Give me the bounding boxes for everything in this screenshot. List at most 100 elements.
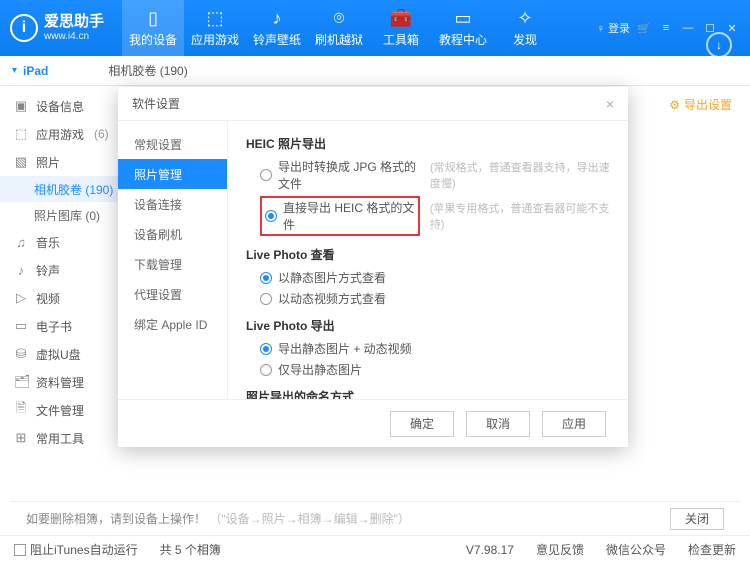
dialog-footer: 确定 取消 应用: [118, 399, 628, 447]
radio-option[interactable]: 仅导出静态图片: [260, 361, 610, 378]
minimize-icon[interactable]: —: [680, 22, 696, 34]
sidebar-icon: ▷: [14, 290, 28, 306]
block-itunes-checkbox[interactable]: 阻止iTunes自动运行: [14, 541, 138, 558]
tab-icon: ⌾: [334, 8, 345, 29]
option-label: 导出静态图片 + 动态视频: [278, 340, 412, 357]
option-label: 以动态视频方式查看: [278, 290, 386, 307]
radio-option[interactable]: 导出静态图片 + 动态视频: [260, 340, 610, 357]
sidebar-label: 视频: [36, 290, 60, 307]
sidebar-icon: ⊞: [14, 430, 28, 446]
tab-label: 我的设备: [129, 31, 177, 48]
section-title: Live Photo 导出: [246, 317, 610, 334]
top-tab-6[interactable]: ✧ 发现: [494, 0, 556, 56]
sidebar-icon: ▭: [14, 318, 28, 334]
chevron-down-icon[interactable]: ▾: [12, 65, 17, 76]
wechat-link[interactable]: 微信公众号: [606, 541, 666, 558]
status-bar: 阻止iTunes自动运行 共 5 个相簿 V7.98.17 意见反馈 微信公众号…: [0, 535, 750, 563]
sidebar-label: 文件管理: [36, 402, 84, 419]
radio-option[interactable]: 以静态图片方式查看: [260, 269, 610, 286]
download-circle-icon[interactable]: ↓: [706, 32, 732, 58]
dialog-side-item-2[interactable]: 设备连接: [118, 189, 227, 219]
checkbox-icon: [14, 544, 26, 556]
radio-icon: [260, 364, 272, 376]
radio-icon: [260, 293, 272, 305]
login-link[interactable]: ♀ 登录: [597, 20, 630, 36]
apply-button[interactable]: 应用: [542, 411, 606, 437]
brand: i 爱思助手 www.i4.cn: [10, 14, 104, 42]
top-tab-3[interactable]: ⌾ 刷机越狱: [308, 0, 370, 56]
dialog-close-icon[interactable]: ×: [606, 96, 614, 112]
top-tab-4[interactable]: 🧰 工具箱: [370, 0, 432, 56]
tab-label: 工具箱: [383, 31, 419, 48]
radio-option[interactable]: 以动态视频方式查看: [260, 290, 610, 307]
update-link[interactable]: 检查更新: [688, 541, 736, 558]
sidebar-label: 常用工具: [36, 430, 84, 447]
dialog-title: 软件设置: [132, 95, 180, 112]
radio-icon: [260, 272, 272, 284]
dialog-content: HEIC 照片导出导出时转换成 JPG 格式的文件(常规格式，普通查看器支持，导…: [228, 121, 628, 399]
option-label: 以静态图片方式查看: [278, 269, 386, 286]
radio-option[interactable]: 直接导出 HEIC 格式的文件(苹果专用格式，普通查看器可能不支持): [260, 196, 610, 236]
radio-icon: [260, 343, 272, 355]
tab-icon: ▭: [455, 8, 472, 29]
menu-icon[interactable]: ≡: [658, 22, 674, 34]
tab-label: 教程中心: [439, 31, 487, 48]
titlebar: i 爱思助手 www.i4.cn ▯ 我的设备 ⬚ 应用游戏 ♪ 铃声壁纸 ⌾ 刷机越狱 🧰 工具…: [0, 0, 750, 56]
option-label: 仅导出静态图片: [278, 361, 362, 378]
sidebar-label: 资料管理: [36, 374, 84, 391]
tab-label: 铃声壁纸: [253, 31, 301, 48]
album-count: 共 5 个相簿: [160, 541, 221, 558]
dialog-side-item-1[interactable]: 照片管理: [118, 159, 227, 189]
hint-path: （"设备→照片→相簿→编辑→删除"）: [209, 512, 410, 526]
top-nav: ▯ 我的设备 ⬚ 应用游戏 ♪ 铃声壁纸 ⌾ 刷机越狱 🧰 工具箱 ▭ 教程中心 ✧ 发现: [122, 0, 556, 56]
tab-icon: ⬚: [207, 8, 224, 29]
sidebar-icon: ▧: [14, 154, 28, 170]
top-tab-1[interactable]: ⬚ 应用游戏: [184, 0, 246, 56]
section-title: 照片导出的命名方式: [246, 388, 610, 399]
tab-icon: 🧰: [390, 8, 412, 29]
option-label: 导出时转换成 JPG 格式的文件: [278, 158, 420, 192]
tab-label: 刷机越狱: [315, 31, 363, 48]
settings-dialog: 软件设置 × 常规设置照片管理设备连接设备刷机下载管理代理设置绑定 Apple …: [118, 87, 628, 447]
dialog-side-item-6[interactable]: 绑定 Apple ID: [118, 309, 227, 339]
tab-icon: ✧: [517, 8, 532, 29]
sidebar-icon: ♪: [14, 263, 28, 278]
ok-button[interactable]: 确定: [390, 411, 454, 437]
sidebar-icon: 🗂: [14, 374, 28, 390]
option-hint: (苹果专用格式，普通查看器可能不支持): [430, 200, 610, 232]
sidebar-label: 铃声: [36, 262, 60, 279]
top-tab-0[interactable]: ▯ 我的设备: [122, 0, 184, 56]
sidebar-label: 虚拟U盘: [36, 346, 81, 363]
top-tab-5[interactable]: ▭ 教程中心: [432, 0, 494, 56]
dialog-sidebar: 常规设置照片管理设备连接设备刷机下载管理代理设置绑定 Apple ID: [118, 121, 228, 399]
dialog-side-item-0[interactable]: 常规设置: [118, 129, 227, 159]
feedback-link[interactable]: 意见反馈: [536, 541, 584, 558]
sidebar-icon: 🗎: [14, 399, 28, 421]
tab-icon: ▯: [148, 8, 158, 29]
dialog-side-item-4[interactable]: 下载管理: [118, 249, 227, 279]
dialog-side-item-3[interactable]: 设备刷机: [118, 219, 227, 249]
sidebar-icon: ⬚: [14, 126, 28, 142]
tab-label: 应用游戏: [191, 31, 239, 48]
sidebar-icon: ⛁: [14, 346, 28, 362]
sidebar-label: 应用游戏: [36, 126, 84, 143]
sidebar-label: 照片: [36, 154, 60, 171]
cancel-button[interactable]: 取消: [466, 411, 530, 437]
tab-label: 发现: [513, 31, 537, 48]
cart-icon[interactable]: 🛒: [636, 22, 652, 35]
section-title: Live Photo 查看: [246, 246, 610, 263]
dialog-header: 软件设置 ×: [118, 87, 628, 121]
tab-icon: ♪: [273, 8, 282, 29]
top-tab-2[interactable]: ♪ 铃声壁纸: [246, 0, 308, 56]
footer-hint: 如要删除相簿，请到设备上操作！ （"设备→照片→相簿→编辑→删除"） 关闭: [10, 501, 740, 535]
sidebar-label: 设备信息: [36, 98, 84, 115]
export-settings-link[interactable]: ⚙ 导出设置: [669, 96, 732, 113]
radio-icon: [260, 169, 272, 181]
close-icon[interactable]: ✕: [724, 22, 740, 35]
hint-close-button[interactable]: 关闭: [670, 508, 724, 530]
dialog-side-item-5[interactable]: 代理设置: [118, 279, 227, 309]
radio-option[interactable]: 导出时转换成 JPG 格式的文件(常规格式，普通查看器支持，导出速度慢): [260, 158, 610, 192]
radio-icon: [265, 210, 277, 222]
device-name[interactable]: iPad: [23, 64, 48, 78]
gear-icon: ⚙: [669, 98, 680, 112]
